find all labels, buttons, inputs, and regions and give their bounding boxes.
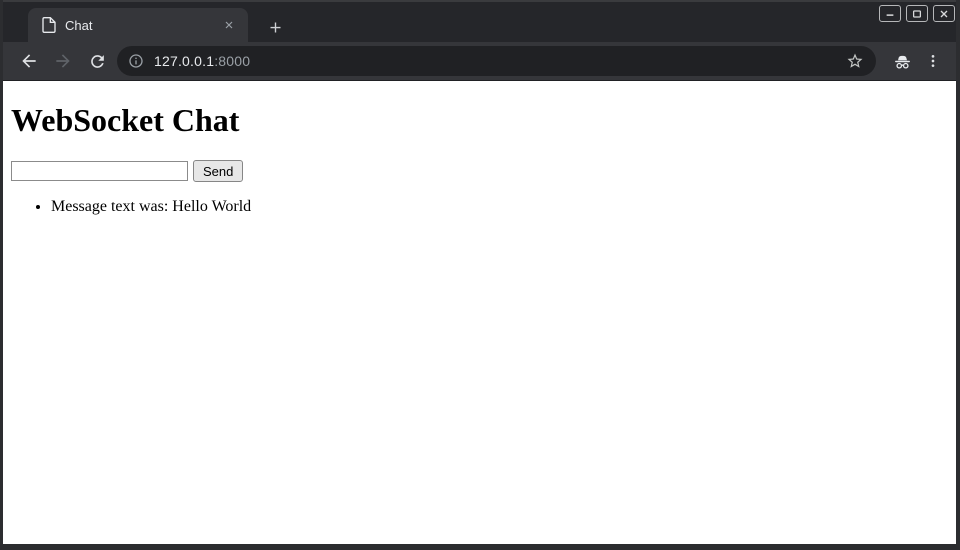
window-controls <box>879 5 955 22</box>
browser-menu-button[interactable] <box>918 45 948 77</box>
url-host: 127.0.0.1 <box>154 53 214 69</box>
plus-icon <box>268 20 283 35</box>
incognito-badge <box>886 45 918 77</box>
incognito-icon <box>892 51 913 72</box>
messages-list: Message text was: Hello World <box>11 198 948 217</box>
info-icon <box>128 53 144 69</box>
url-port: :8000 <box>214 53 250 69</box>
tab-title: Chat <box>65 18 220 33</box>
message-form: Send <box>11 160 948 182</box>
forward-button[interactable] <box>46 44 80 78</box>
close-icon <box>938 8 950 20</box>
page-title: WebSocket Chat <box>11 102 948 139</box>
minimize-button[interactable] <box>879 5 901 22</box>
minimize-icon <box>884 8 896 20</box>
tab-chat[interactable]: Chat <box>28 8 248 42</box>
tab-close-button[interactable] <box>220 16 238 34</box>
document-icon <box>42 17 56 33</box>
site-info-button[interactable] <box>128 53 144 69</box>
message-input[interactable] <box>11 161 188 181</box>
send-button[interactable]: Send <box>193 160 243 182</box>
kebab-menu-icon <box>925 53 941 69</box>
back-arrow-icon <box>19 51 39 71</box>
reload-button[interactable] <box>80 44 114 78</box>
forward-arrow-icon <box>53 51 73 71</box>
maximize-button[interactable] <box>906 5 928 22</box>
bookmark-button[interactable] <box>846 52 864 70</box>
tab-strip: Chat <box>3 0 956 42</box>
reload-icon <box>88 52 107 71</box>
close-window-button[interactable] <box>933 5 955 22</box>
message-item: Message text was: Hello World <box>51 198 948 217</box>
back-button[interactable] <box>12 44 46 78</box>
maximize-icon <box>911 8 923 20</box>
page-content: WebSocket Chat Send Message text was: He… <box>3 81 956 544</box>
star-icon <box>846 52 864 70</box>
browser-window: Chat <box>0 0 960 550</box>
close-icon <box>223 19 235 31</box>
new-tab-button[interactable] <box>261 13 289 41</box>
browser-toolbar: 127.0.0.1:8000 <box>3 42 956 81</box>
address-bar[interactable]: 127.0.0.1:8000 <box>117 46 876 76</box>
